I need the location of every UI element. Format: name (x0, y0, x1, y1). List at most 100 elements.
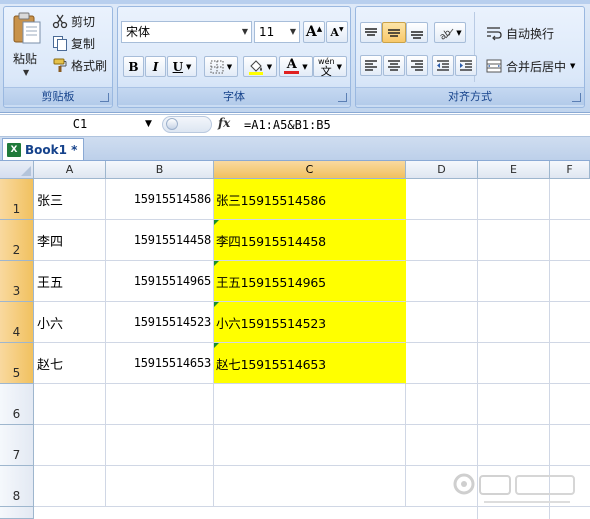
borders-button[interactable]: ▼ (204, 56, 238, 77)
empty-cells-d-f[interactable] (406, 179, 590, 519)
align-middle-icon (388, 28, 400, 37)
workbook-tab-strip (0, 137, 590, 161)
row-header[interactable]: 4 (0, 302, 34, 343)
font-size-value: 11 (259, 25, 275, 39)
column-header-c[interactable]: C (214, 161, 406, 179)
merge-center-button[interactable]: 合并后居中 ▼ (486, 56, 575, 76)
column-header-e[interactable]: E (478, 161, 550, 179)
cell-b1[interactable]: 15915514586 (106, 179, 214, 220)
font-name-select[interactable]: 宋体 ▼ (121, 21, 252, 43)
cell-c1[interactable]: 张三15915514586 (214, 179, 406, 220)
cell-c2[interactable]: 李四15915514458 (214, 220, 406, 261)
cell-a8[interactable] (34, 466, 106, 507)
cell-c6[interactable] (214, 384, 406, 425)
cell-c5[interactable]: 赵七15915514653 (214, 343, 406, 384)
column-header-a[interactable]: A (34, 161, 106, 179)
cell-a3[interactable]: 王五 (34, 261, 106, 302)
format-painter-label: 格式刷 (71, 58, 108, 73)
cell-b7[interactable] (106, 425, 214, 466)
paste-button[interactable]: 粘贴 ▼ (10, 10, 44, 82)
column-header-f[interactable]: F (550, 161, 590, 179)
copy-button[interactable]: 复制 (52, 34, 95, 52)
cell-b3[interactable]: 15915514965 (106, 261, 214, 302)
cell-c5-value: 赵七15915514653 (216, 356, 326, 372)
increase-indent-button[interactable] (455, 55, 477, 76)
bold-button[interactable]: B (123, 56, 144, 77)
align-bottom-icon (411, 30, 423, 39)
cell-c3-value: 王五15915514965 (216, 274, 326, 290)
cell-c7[interactable] (214, 425, 406, 466)
cell-b8[interactable] (106, 466, 214, 507)
cell-a5[interactable]: 赵七 (34, 343, 106, 384)
shrink-font-button[interactable]: A ▼ (326, 21, 348, 43)
phonetic-guide-button[interactable]: wén 文 ▼ (313, 56, 347, 77)
cell-c2-value: 李四15915514458 (216, 233, 326, 249)
decrease-indent-button[interactable] (432, 55, 454, 76)
row-header[interactable]: 8 (0, 466, 34, 507)
align-top-button[interactable] (360, 22, 382, 43)
row-header-partial[interactable] (0, 507, 34, 519)
column-header-b[interactable]: B (106, 161, 214, 179)
merge-cells-icon (486, 59, 502, 73)
row-header[interactable]: 7 (0, 425, 34, 466)
merge-center-label: 合并后居中 (506, 59, 567, 74)
row-header[interactable]: 2 (0, 220, 34, 261)
workbook-tab[interactable]: X Book1 * (2, 138, 85, 160)
fill-color-button[interactable]: ▼ (243, 56, 277, 77)
wrap-text-button[interactable]: 自动换行 (486, 23, 554, 43)
cut-button[interactable]: 剪切 (52, 12, 95, 30)
select-all-triangle-icon (21, 166, 31, 176)
row-header[interactable]: 5 (0, 343, 34, 384)
row-header[interactable]: 1 (0, 179, 34, 220)
phonetic-icon: wén 文 (318, 57, 335, 77)
cell-a7[interactable] (34, 425, 106, 466)
cell-a6[interactable] (34, 384, 106, 425)
cell-a2[interactable]: 李四 (34, 220, 106, 261)
alignment-group-title: 对齐方式 (356, 87, 584, 105)
orientation-button[interactable]: ab ▼ (434, 22, 466, 43)
cell-b5[interactable]: 15915514653 (106, 343, 214, 384)
cell-c4[interactable]: 小六15915514523 (214, 302, 406, 343)
cell-b4[interactable]: 15915514523 (106, 302, 214, 343)
error-indicator-icon (214, 343, 219, 348)
format-painter-button[interactable]: 格式刷 (52, 56, 107, 74)
align-bottom-button[interactable] (406, 22, 428, 43)
scissors-icon (52, 14, 68, 29)
font-color-button[interactable]: A ▼ (279, 56, 313, 77)
paint-bucket-icon (248, 59, 263, 75)
grow-font-button[interactable]: A ▲ (303, 21, 325, 43)
cell-c8[interactable] (214, 466, 406, 507)
select-all-corner[interactable] (0, 161, 34, 179)
chevron-down-icon: ▼ (289, 27, 296, 36)
formula-input[interactable]: =A1:A5&B1:B5 (244, 115, 331, 135)
chevron-down-icon: ▼ (302, 62, 308, 71)
clipboard-launcher-icon[interactable] (100, 93, 109, 102)
font-launcher-icon[interactable] (338, 93, 347, 102)
align-left-button[interactable] (360, 55, 382, 76)
row-header[interactable]: 3 (0, 261, 34, 302)
insert-function-button[interactable]: fx (218, 116, 230, 130)
cell-b2[interactable]: 15915514458 (106, 220, 214, 261)
cell-a4[interactable]: 小六 (34, 302, 106, 343)
align-right-button[interactable] (406, 55, 428, 76)
wrap-text-icon (487, 27, 502, 41)
chevron-down-icon[interactable]: ▼ (570, 62, 575, 70)
column-header-d[interactable]: D (406, 161, 478, 179)
phonetic-char: 文 (320, 64, 332, 78)
italic-button[interactable]: I (145, 56, 166, 77)
paste-dropdown-icon[interactable]: ▼ (23, 68, 29, 77)
cell-b6[interactable] (106, 384, 214, 425)
cell-c3[interactable]: 王五15915514965 (214, 261, 406, 302)
underline-button[interactable]: U ▼ (167, 56, 197, 77)
chevron-down-icon: ▼ (226, 62, 233, 71)
name-box[interactable]: C1 (4, 116, 156, 133)
copy-icon (53, 36, 67, 51)
name-box-dropdown-icon[interactable]: ▼ (145, 116, 152, 133)
row-header[interactable]: 6 (0, 384, 34, 425)
font-size-select[interactable]: 11 ▼ (254, 21, 300, 43)
align-center-button[interactable] (383, 55, 405, 76)
copy-label: 复制 (71, 36, 96, 51)
alignment-launcher-icon[interactable] (572, 93, 581, 102)
cell-a1[interactable]: 张三 (34, 179, 106, 220)
align-middle-button[interactable] (382, 22, 406, 43)
